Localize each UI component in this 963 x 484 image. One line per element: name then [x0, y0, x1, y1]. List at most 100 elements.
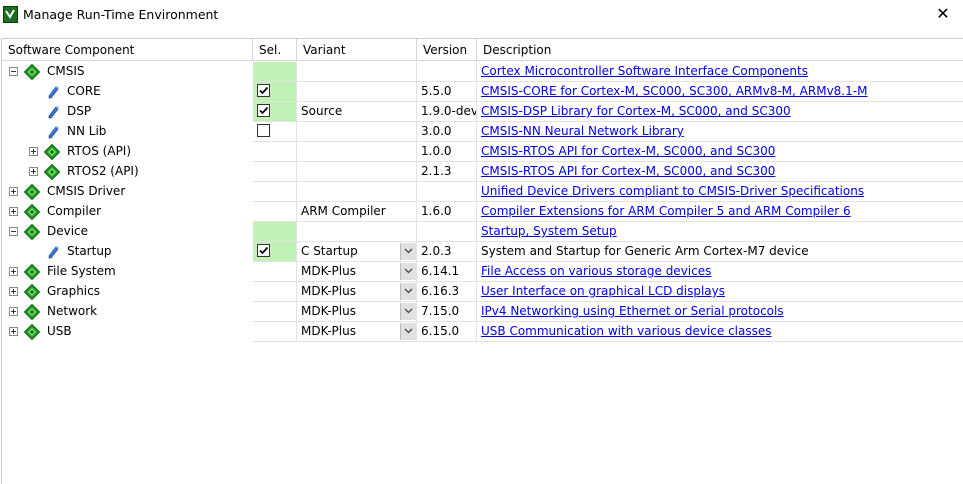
select-checkbox[interactable] [257, 84, 270, 97]
component-cell: NN Lib [2, 122, 253, 142]
description-link[interactable]: User Interface on graphical LCD displays [481, 284, 725, 298]
version-cell [417, 222, 477, 242]
component-cell: CMSIS [2, 62, 253, 82]
description-link[interactable]: Startup, System Setup [481, 224, 617, 238]
sel-cell [253, 102, 297, 122]
table-row[interactable]: RTOS2 (API) 2.1.3 CMSIS-RTOS API for Corte… [2, 162, 963, 182]
description-text: System and Startup for Generic Arm Corte… [481, 244, 809, 258]
sel-cell [253, 202, 297, 222]
table-row[interactable]: Compiler ARM Compiler 1.6.0 Compiler Extens… [2, 202, 963, 222]
component-label: CMSIS Driver [47, 184, 126, 198]
table-row[interactable]: USB MDK-Plus 6.15.0 USB Communication with … [2, 322, 963, 342]
component-label: CORE [67, 84, 101, 98]
variant-cell[interactable]: MDK-Plus [297, 282, 417, 302]
component-label: RTOS (API) [67, 144, 132, 158]
expand-icon[interactable] [29, 167, 38, 176]
select-checkbox[interactable] [257, 244, 270, 257]
description-link[interactable]: IPv4 Networking using Ethernet or Serial… [481, 304, 784, 318]
header-sel[interactable]: Sel. [253, 39, 297, 61]
chevron-down-icon[interactable] [400, 243, 416, 260]
version-cell: 1.0.0 [417, 142, 477, 162]
version-cell: 2.1.3 [417, 162, 477, 182]
component-cell: CORE [2, 82, 253, 102]
variant-value: C Startup [301, 244, 358, 258]
table-row[interactable]: RTOS (API) 1.0.0 CMSIS-RTOS API for Cortex… [2, 142, 963, 162]
table-row[interactable]: NN Lib 3.0.0 CMSIS-NN Neural Network Libra… [2, 122, 963, 142]
description-link[interactable]: CMSIS-DSP Library for Cortex-M, SC000, a… [481, 104, 791, 118]
variant-cell[interactable]: MDK-Plus [297, 322, 417, 342]
chevron-down-icon[interactable] [400, 283, 416, 300]
variant-cell[interactable]: C Startup [297, 242, 417, 262]
variant-cell [297, 122, 417, 142]
component-label: Network [47, 304, 98, 318]
description-cell: Compiler Extensions for ARM Compiler 5 a… [477, 202, 963, 222]
description-link[interactable]: Cortex Microcontroller Software Interfac… [481, 64, 808, 78]
header-version[interactable]: Version [417, 39, 477, 61]
table-row[interactable]: CMSIS Driver Unified Device Drivers compl… [2, 182, 963, 202]
version-cell [417, 182, 477, 202]
component-label: CMSIS [47, 64, 85, 78]
table-row[interactable]: CORE 5.5.0 CMSIS-CORE for Cortex-M, SC000,… [2, 82, 963, 102]
variant-cell[interactable]: MDK-Plus [297, 302, 417, 322]
expand-icon[interactable] [9, 307, 18, 316]
variant-value: Source [301, 104, 343, 118]
table-row[interactable]: Device Startup, System Setup [2, 222, 963, 242]
table-row[interactable]: Graphics MDK-Plus 6.16.3 User Interface on … [2, 282, 963, 302]
expand-icon[interactable] [9, 207, 18, 216]
description-link[interactable]: CMSIS-RTOS API for Cortex-M, SC000, and … [481, 144, 775, 158]
description-cell: Cortex Microcontroller Software Interfac… [477, 62, 963, 82]
description-link[interactable]: Unified Device Drivers compliant to CMSI… [481, 184, 864, 198]
variant-cell [297, 182, 417, 202]
component-cell: USB [2, 322, 253, 342]
component-cell: RTOS (API) [2, 142, 253, 162]
description-link[interactable]: USB Communication with various device cl… [481, 324, 772, 338]
sel-cell [253, 162, 297, 182]
component-cell: CMSIS Driver [2, 182, 253, 202]
table-row[interactable]: DSP Source 1.9.0-dev CMSIS-DSP Library for … [2, 102, 963, 122]
description-link[interactable]: CMSIS-NN Neural Network Library [481, 124, 684, 138]
table-row[interactable]: File System MDK-Plus 6.14.1 File Access on … [2, 262, 963, 282]
select-checkbox[interactable] [257, 124, 270, 137]
description-cell: Startup, System Setup [477, 222, 963, 242]
table-row[interactable]: Startup C Startup 2.0.3 System and Startup … [2, 242, 963, 262]
description-link[interactable]: Compiler Extensions for ARM Compiler 5 a… [481, 204, 851, 218]
sel-cell [253, 242, 297, 262]
version-cell: 7.15.0 [417, 302, 477, 322]
component-cell: Network [2, 302, 253, 322]
close-button[interactable]: ✕ [923, 0, 963, 30]
description-cell: System and Startup for Generic Arm Corte… [477, 242, 963, 262]
component-gem-icon [23, 223, 41, 241]
component-table: Software Component Sel. Variant Version … [1, 38, 963, 484]
component-cell: RTOS2 (API) [2, 162, 253, 182]
header-software-component[interactable]: Software Component [2, 39, 253, 61]
chevron-down-icon[interactable] [400, 303, 416, 320]
chevron-down-icon[interactable] [400, 263, 416, 280]
table-row[interactable]: Network MDK-Plus 7.15.0 IPv4 Networking usi… [2, 302, 963, 322]
sel-cell [253, 282, 297, 302]
expand-icon[interactable] [29, 147, 38, 156]
description-cell: USB Communication with various device cl… [477, 322, 963, 342]
select-checkbox[interactable] [257, 104, 270, 117]
header-description[interactable]: Description [477, 39, 963, 61]
expand-icon[interactable] [9, 187, 18, 196]
description-link[interactable]: File Access on various storage devices [481, 264, 711, 278]
collapse-icon[interactable] [9, 227, 18, 236]
variant-cell[interactable]: MDK-Plus [297, 262, 417, 282]
version-cell: 1.6.0 [417, 202, 477, 222]
chevron-down-icon[interactable] [400, 323, 416, 340]
subcomponent-icon [48, 105, 60, 119]
variant-cell [297, 162, 417, 182]
version-cell [417, 62, 477, 82]
description-cell: Unified Device Drivers compliant to CMSI… [477, 182, 963, 202]
table-row[interactable]: CMSIS Cortex Microcontroller Software Int… [2, 62, 963, 82]
expand-icon[interactable] [9, 267, 18, 276]
variant-value: MDK-Plus [301, 304, 356, 318]
expand-icon[interactable] [9, 287, 18, 296]
header-variant[interactable]: Variant [297, 39, 417, 61]
sel-cell [253, 302, 297, 322]
app-icon [3, 6, 18, 23]
expand-icon[interactable] [9, 327, 18, 336]
description-link[interactable]: CMSIS-RTOS API for Cortex-M, SC000, and … [481, 164, 775, 178]
collapse-icon[interactable] [9, 67, 18, 76]
description-link[interactable]: CMSIS-CORE for Cortex-M, SC000, SC300, A… [481, 84, 867, 98]
